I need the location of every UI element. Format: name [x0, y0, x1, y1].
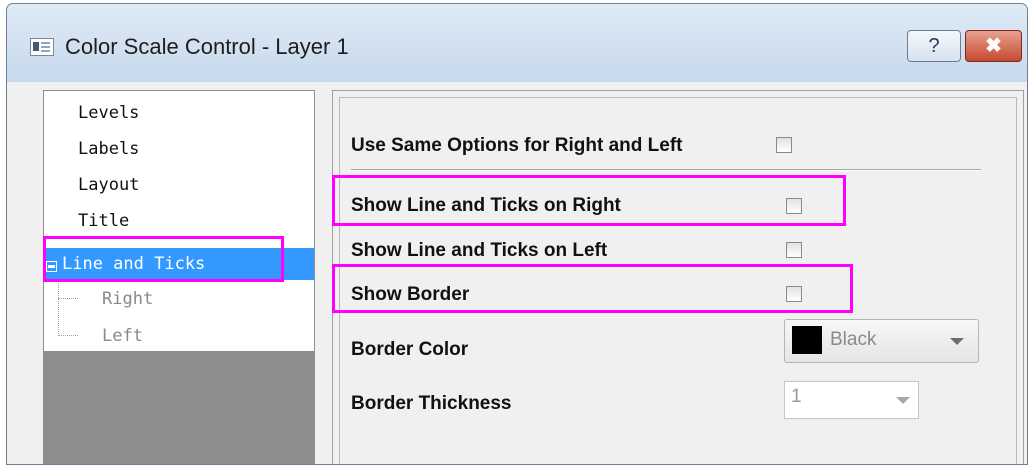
- tree-item-left[interactable]: Left: [102, 326, 143, 346]
- help-button[interactable]: ?: [907, 30, 961, 62]
- app-icon: [30, 38, 54, 56]
- tree-item-layout[interactable]: Layout: [78, 175, 139, 195]
- border-thickness-label: Border Thickness: [351, 393, 512, 414]
- chevron-down-icon: [896, 397, 910, 404]
- highlight-box-ticks-right: [332, 175, 846, 226]
- border-color-dropdown[interactable]: Black: [784, 319, 979, 363]
- separator: [351, 169, 981, 171]
- dialog-title: Color Scale Control - Layer 1: [65, 34, 349, 59]
- close-button[interactable]: ✖: [965, 30, 1022, 62]
- ticks-left-checkbox[interactable]: [786, 242, 802, 258]
- color-scale-control-dialog: Color Scale Control - Layer 1 ? ✖ Levels…: [6, 3, 1028, 465]
- chevron-down-icon: [950, 338, 964, 345]
- border-color-label: Border Color: [351, 339, 469, 360]
- border-thickness-value: 1: [791, 386, 802, 407]
- use-same-options-label: Use Same Options for Right and Left: [351, 135, 683, 156]
- tree-item-title[interactable]: Title: [78, 211, 129, 231]
- highlight-box-show-border: [332, 264, 853, 313]
- thickness-dropdown-button[interactable]: [886, 382, 918, 418]
- tree-item-levels[interactable]: Levels: [78, 103, 139, 123]
- tree-item-right[interactable]: Right: [102, 289, 153, 309]
- tree-connector: [58, 298, 78, 299]
- use-same-options-checkbox[interactable]: [776, 137, 792, 153]
- border-thickness-dropdown[interactable]: 1: [784, 381, 919, 419]
- tree-empty-area: [44, 351, 314, 464]
- highlight-box-tree: [43, 236, 284, 282]
- tree-connector: [58, 280, 59, 336]
- dialog-body: Levels Labels Layout Title Line and Tick…: [7, 82, 1027, 464]
- title-bar: Color Scale Control - Layer 1 ? ✖: [7, 4, 1027, 82]
- border-color-value: Black: [830, 329, 877, 350]
- tree-item-labels[interactable]: Labels: [78, 139, 139, 159]
- ticks-left-label: Show Line and Ticks on Left: [351, 240, 608, 261]
- tree-connector: [58, 335, 78, 336]
- color-swatch: [792, 326, 822, 354]
